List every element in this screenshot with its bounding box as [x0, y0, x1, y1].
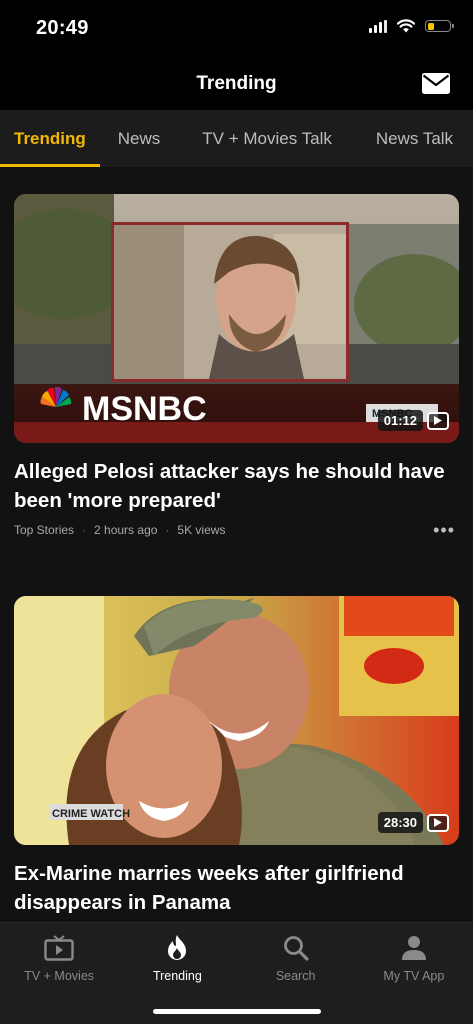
- video-meta: Top Stories · 2 hours ago · 5K views •••: [14, 520, 459, 540]
- nav-search[interactable]: Search: [237, 923, 355, 993]
- video-views: 5K views: [177, 523, 226, 537]
- status-icons: [369, 19, 454, 33]
- video-duration: 01:12: [377, 410, 449, 431]
- cellular-signal-icon: [369, 19, 387, 33]
- tab-news-talk[interactable]: News Talk: [354, 110, 467, 167]
- nav-tv-movies[interactable]: TV + Movies: [0, 923, 118, 993]
- status-time: 20:49: [36, 17, 89, 39]
- flame-icon: [165, 933, 189, 963]
- nav-label: Search: [275, 969, 316, 983]
- channel-logo: MSNBC: [82, 390, 207, 428]
- meta-separator: ·: [165, 523, 170, 537]
- bottom-navigation: TV + Movies Trending Search My TV App: [0, 922, 473, 1024]
- tv-icon: [44, 933, 74, 963]
- video-title[interactable]: Ex-Marine marries weeks after girlfriend…: [14, 859, 454, 917]
- status-bar: 20:49: [0, 0, 473, 60]
- category-tabs: Trending News TV + Movies Talk News Talk: [0, 110, 473, 167]
- app-screen: 20:49 Trending Trending News TV + Movies…: [0, 0, 473, 1024]
- user-icon: [401, 933, 427, 963]
- nav-trending[interactable]: Trending: [118, 923, 236, 993]
- mail-icon: [422, 73, 450, 94]
- more-options-icon[interactable]: •••: [433, 520, 455, 541]
- video-card[interactable]: MSNBC MSNBC 01:12 Alleged Pelosi attacke…: [14, 194, 459, 540]
- thumbnail-image: CRIME WATCH: [14, 596, 459, 845]
- video-time-ago: 2 hours ago: [94, 523, 158, 537]
- page-title: Trending: [196, 73, 277, 94]
- meta-separator: ·: [82, 523, 87, 537]
- duration-label: 01:12: [377, 410, 423, 431]
- nav-my-tv-app[interactable]: My TV App: [355, 923, 473, 993]
- video-feed: MSNBC MSNBC 01:12 Alleged Pelosi attacke…: [0, 167, 473, 1024]
- nav-label: TV + Movies: [24, 969, 95, 983]
- duration-label: 28:30: [377, 812, 423, 833]
- video-card[interactable]: CRIME WATCH 28:30 Ex-Marine marries week…: [14, 596, 459, 917]
- tab-news[interactable]: News: [100, 110, 181, 167]
- video-duration: 28:30: [377, 812, 449, 833]
- search-icon: [283, 933, 309, 963]
- video-thumbnail[interactable]: MSNBC MSNBC 01:12: [14, 194, 459, 443]
- tab-trending[interactable]: Trending: [0, 110, 100, 167]
- mail-button[interactable]: [421, 70, 451, 98]
- video-category: Top Stories: [14, 523, 75, 537]
- app-header: Trending: [0, 60, 473, 110]
- nav-label: Trending: [152, 969, 202, 983]
- tab-tv-movies-talk[interactable]: TV + Movies Talk: [180, 110, 354, 167]
- thumbnail-image: MSNBC MSNBC: [14, 194, 459, 443]
- show-logo: CRIME WATCH: [52, 808, 130, 820]
- video-play-icon: [427, 813, 449, 832]
- video-title[interactable]: Alleged Pelosi attacker says he should h…: [14, 457, 454, 515]
- video-play-icon: [427, 411, 449, 430]
- home-indicator[interactable]: [152, 1009, 321, 1014]
- nav-label: My TV App: [383, 969, 445, 983]
- battery-icon: [425, 20, 454, 32]
- video-thumbnail[interactable]: CRIME WATCH 28:30: [14, 596, 459, 845]
- wifi-icon: [397, 19, 415, 33]
